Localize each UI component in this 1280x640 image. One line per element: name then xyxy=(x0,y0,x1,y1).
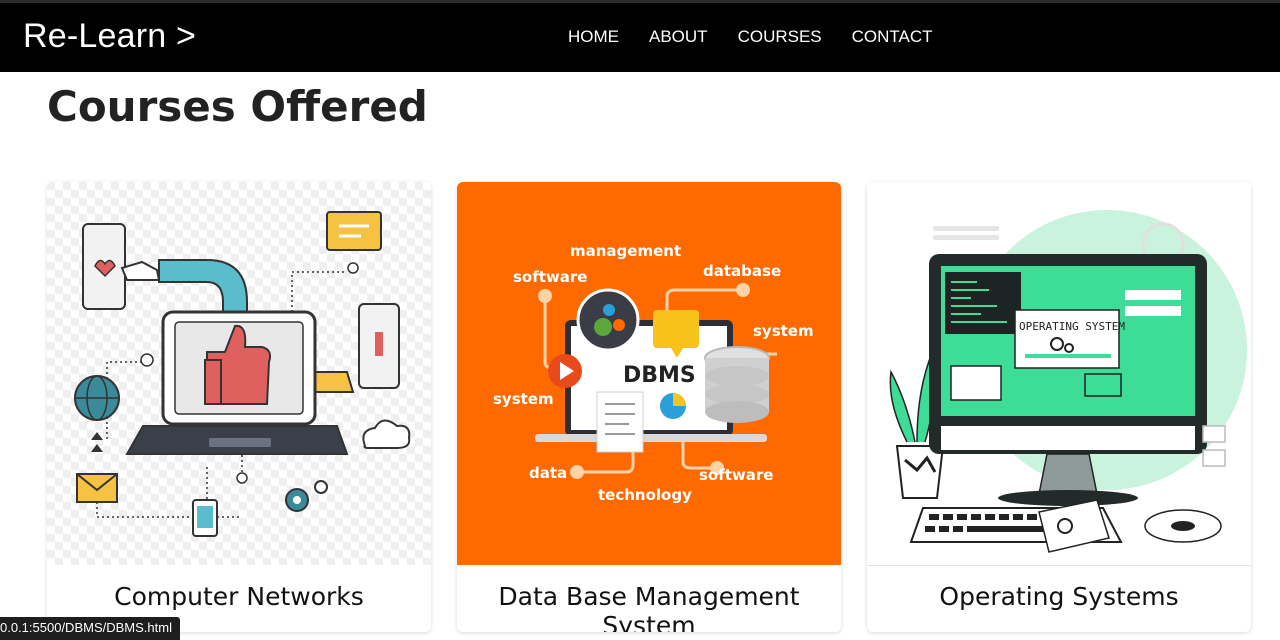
computer-networks-illustration xyxy=(47,182,431,565)
page-title: Courses Offered xyxy=(47,82,428,131)
dbms-illustration: DBMS management software database system… xyxy=(457,182,841,565)
brand-logo-link[interactable]: Re-Learn > xyxy=(23,17,196,56)
operating-systems-illustration: OPERATING SYSTEM xyxy=(867,182,1251,565)
dbms-center-label: DBMS xyxy=(623,363,696,388)
course-card-dbms[interactable]: DBMS management software database system… xyxy=(457,182,841,632)
status-bar-url: 0.0.1:5500/DBMS/DBMS.html xyxy=(0,617,180,640)
keyword-software-top: software xyxy=(513,268,587,286)
course-title[interactable]: Operating Systems xyxy=(867,582,1251,611)
keyword-technology: technology xyxy=(598,486,692,504)
card-image-divider xyxy=(867,565,1251,566)
course-card-operating-systems[interactable]: OPERATING SYSTEM Operating Systems xyxy=(867,182,1251,632)
keyword-data: data xyxy=(529,464,567,482)
course-title[interactable]: Data Base Management System xyxy=(457,582,841,632)
screen-os-label: OPERATING SYSTEM xyxy=(1019,320,1125,333)
course-title[interactable]: Computer Networks xyxy=(47,582,431,611)
navbar: Re-Learn > HOME ABOUT COURSES CONTACT xyxy=(0,3,1280,72)
nav-link-courses[interactable]: COURSES xyxy=(738,27,822,47)
nav-link-about[interactable]: ABOUT xyxy=(649,27,708,47)
keyword-system-right: system xyxy=(753,322,814,340)
keyword-system-left: system xyxy=(493,390,554,408)
nav-link-contact[interactable]: CONTACT xyxy=(852,27,933,47)
course-card-computer-networks[interactable]: Computer Networks xyxy=(47,182,431,632)
keyword-software-bottom: software xyxy=(699,466,773,484)
keyword-database: database xyxy=(703,262,781,280)
nav-links: HOME ABOUT COURSES CONTACT xyxy=(568,27,933,47)
keyword-management: management xyxy=(570,242,681,260)
nav-link-home[interactable]: HOME xyxy=(568,27,619,47)
